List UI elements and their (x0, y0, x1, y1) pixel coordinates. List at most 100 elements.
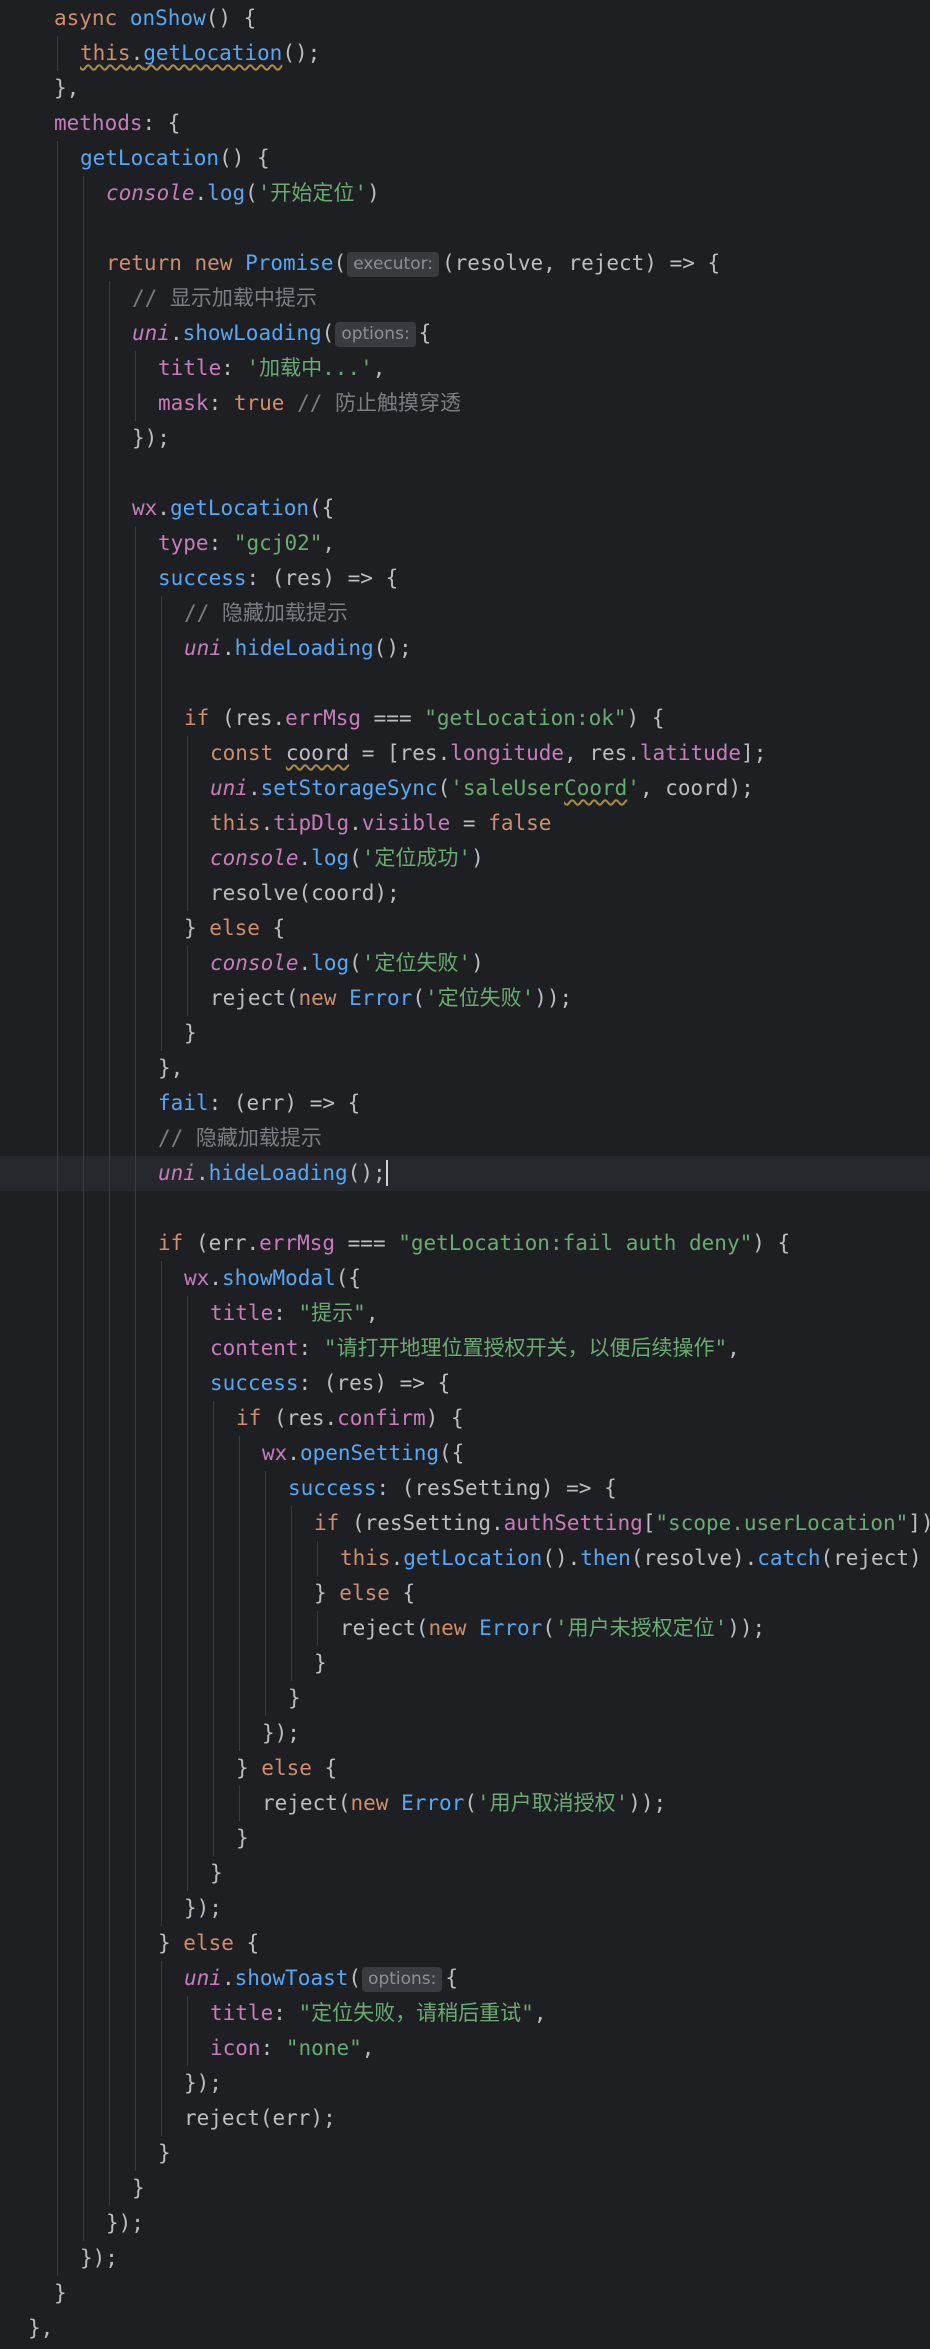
code-line[interactable]: const coord = [res.longitude, res.latitu… (0, 736, 930, 771)
code-line[interactable]: } else { (0, 911, 930, 946)
indent-guide (161, 1261, 162, 1296)
code-token: . (130, 41, 144, 65)
code-token: errMsg (285, 706, 362, 730)
code-token: '加载中...' (246, 356, 373, 380)
code-line[interactable]: icon: "none", (0, 2031, 930, 2066)
indent-guide (187, 1541, 188, 1576)
code-line[interactable]: type: "gcj02", (0, 526, 930, 561)
code-line[interactable]: uni.hideLoading(); (0, 631, 930, 666)
indent-guide (161, 701, 162, 736)
code-line[interactable]: mask: true // 防止触摸穿透 (0, 386, 930, 421)
code-line[interactable]: // 隐藏加载提示 (0, 1121, 930, 1156)
code-line[interactable]: wx.showModal({ (0, 1261, 930, 1296)
code-line[interactable]: }, (0, 1051, 930, 1086)
indent-guide (57, 1646, 58, 1681)
code-line[interactable]: fail: (err) => { (0, 1086, 930, 1121)
code-line[interactable]: } (0, 2136, 930, 2171)
code-line[interactable]: if (resSetting.authSetting["scope.userLo… (0, 1506, 930, 1541)
code-token: : (resSetting) => { (376, 1476, 617, 1500)
indent-guide (187, 1296, 188, 1331)
code-line[interactable]: console.log('开始定位') (0, 176, 930, 211)
code-line[interactable]: } (0, 1821, 930, 1856)
code-line[interactable]: uni.showLoading(options:{ (0, 316, 930, 351)
code-line[interactable]: return new Promise(executor: (resolve, re… (0, 246, 930, 281)
code-line[interactable]: }); (0, 1891, 930, 1926)
code-line[interactable]: wx.getLocation({ (0, 491, 930, 526)
indent-guide (161, 1611, 162, 1646)
code-line[interactable] (0, 1191, 930, 1226)
code-line[interactable]: if (err.errMsg === "getLocation:fail aut… (0, 1226, 930, 1261)
code-text: } else { (236, 1751, 337, 1786)
code-line[interactable] (0, 211, 930, 246)
code-line[interactable]: resolve(coord); (0, 876, 930, 911)
code-token: : (err) => { (208, 1091, 361, 1115)
code-line[interactable]: content: "请打开地理位置授权开关，以便后续操作", (0, 1331, 930, 1366)
code-line[interactable]: reject(new Error('用户未授权定位')); (0, 1611, 930, 1646)
code-token: . (169, 321, 183, 345)
code-token: ( (412, 986, 425, 1010)
code-line[interactable]: // 隐藏加载提示 (0, 596, 930, 631)
code-editor[interactable]: async onShow() {this.getLocation();}, met… (0, 0, 930, 2349)
code-line[interactable]: reject(new Error('用户取消授权')); (0, 1786, 930, 1821)
code-line[interactable]: reject(new Error('定位失败')); (0, 981, 930, 1016)
code-line[interactable]: } (0, 1016, 930, 1051)
code-line[interactable]: } else { (0, 1751, 930, 1786)
indent-guide (57, 631, 58, 666)
indent-guide (57, 1156, 58, 1191)
indent-guide (57, 2066, 58, 2101)
code-line[interactable]: title: "提示", (0, 1296, 930, 1331)
code-line[interactable]: console.log('定位成功') (0, 841, 930, 876)
code-line[interactable]: reject(err); (0, 2101, 930, 2136)
code-line[interactable]: }); (0, 421, 930, 456)
code-line[interactable]: }, (0, 2311, 930, 2346)
code-line[interactable]: // 显示加载中提示 (0, 281, 930, 316)
code-line[interactable]: } else { (0, 1926, 930, 1961)
indent-guide (135, 771, 136, 806)
code-line[interactable]: uni.setStorageSync('saleUserCoord', coor… (0, 771, 930, 806)
code-line[interactable]: if (res.errMsg === "getLocation:ok") { (0, 701, 930, 736)
code-line[interactable]: } (0, 1856, 930, 1891)
code-token: ( (333, 251, 347, 275)
code-line[interactable]: success: (resSetting) => { (0, 1471, 930, 1506)
code-line[interactable]: } (0, 1646, 930, 1681)
code-line[interactable]: wx.openSetting({ (0, 1436, 930, 1471)
code-line[interactable]: this.tipDlg.visible = false (0, 806, 930, 841)
indent-guide (83, 1506, 84, 1541)
code-line[interactable]: uni.hideLoading(); (0, 1156, 930, 1191)
code-line[interactable]: } (0, 2171, 930, 2206)
code-text: type: "gcj02", (158, 526, 335, 561)
code-line[interactable]: async onShow() { (0, 1, 930, 36)
indent-guide (109, 1086, 110, 1121)
code-token: : (221, 356, 247, 380)
code-line[interactable]: } (0, 2276, 930, 2311)
code-text: }); (132, 421, 170, 456)
code-line[interactable] (0, 456, 930, 491)
code-line[interactable]: }); (0, 2066, 930, 2101)
indent-guide (57, 1961, 58, 1996)
code-token: . (221, 636, 235, 660)
code-line[interactable]: getLocation() { (0, 141, 930, 176)
code-line[interactable]: uni.showToast(options:{ (0, 1961, 930, 1996)
code-line[interactable]: this.getLocation().then(resolve).catch(r… (0, 1541, 930, 1576)
indent-guide (265, 1646, 266, 1681)
code-line[interactable]: methods: { (0, 106, 930, 141)
code-line[interactable]: }); (0, 1716, 930, 1751)
code-line[interactable]: }, (0, 71, 930, 106)
code-line[interactable]: }); (0, 2206, 930, 2241)
code-text: // 隐藏加载提示 (184, 596, 348, 631)
indent-guide (213, 1716, 214, 1751)
code-line[interactable]: success: (res) => { (0, 1366, 930, 1401)
code-line[interactable]: title: "定位失败，请稍后重试", (0, 1996, 930, 2031)
code-line[interactable]: if (res.confirm) { (0, 1401, 930, 1436)
code-token: , res. (564, 741, 640, 765)
code-line[interactable]: title: '加载中...', (0, 351, 930, 386)
code-line[interactable]: console.log('定位失败') (0, 946, 930, 981)
code-line[interactable]: }); (0, 2241, 930, 2276)
code-line[interactable]: success: (res) => { (0, 561, 930, 596)
indent-guide (83, 526, 84, 561)
code-line[interactable]: } (0, 1681, 930, 1716)
code-line[interactable]: } else { (0, 1576, 930, 1611)
code-line[interactable]: this.getLocation(); (0, 36, 930, 71)
code-token: ]; (741, 741, 767, 765)
code-line[interactable] (0, 666, 930, 701)
